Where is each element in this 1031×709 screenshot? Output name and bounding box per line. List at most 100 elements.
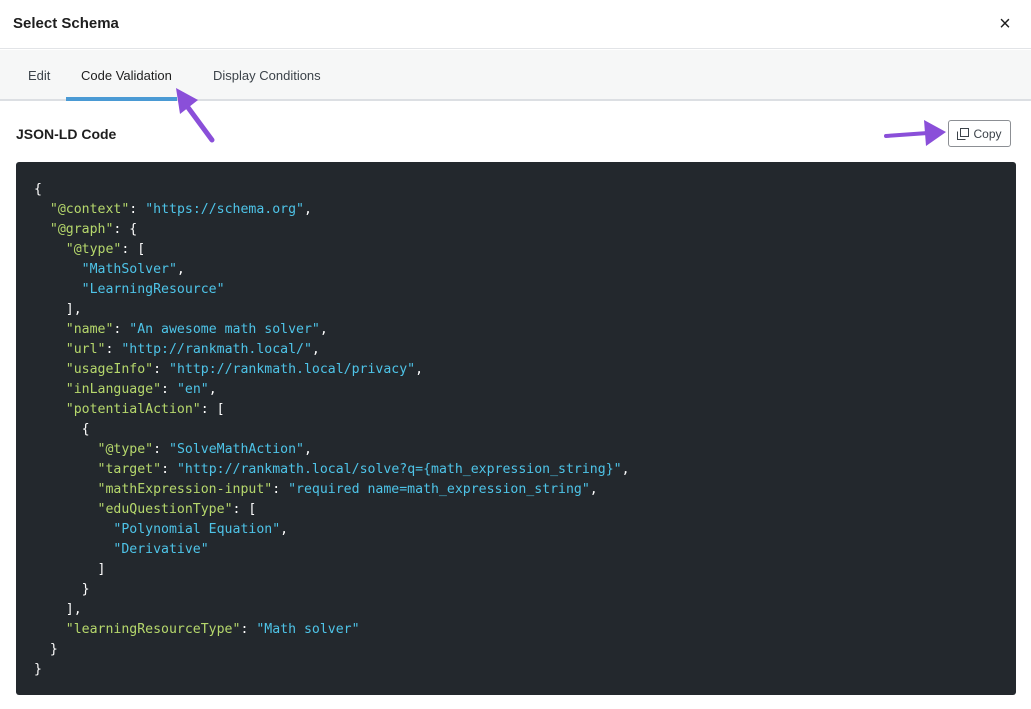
tab-code-validation[interactable]: Code Validation — [81, 50, 172, 101]
code-punct — [34, 242, 66, 257]
code-punct: ], — [34, 602, 82, 617]
code-key: "usageInfo" — [65, 362, 154, 377]
code-string: "http://rankmath.local/solve?q={math_exp… — [176, 462, 622, 477]
code-punct: : — [129, 202, 146, 217]
code-punct: } — [34, 582, 90, 597]
code-panel: { "@context": "https://schema.org", "@gr… — [16, 162, 1016, 695]
code-line: "Polynomial Equation", — [34, 520, 630, 540]
code-punct: , — [280, 522, 289, 537]
code-punct: } — [34, 642, 58, 657]
modal-title: Select Schema — [13, 15, 119, 32]
code-punct — [34, 622, 66, 637]
code-punct — [34, 282, 82, 297]
code-key: "mathExpression-input" — [97, 482, 273, 497]
modal-header: Select Schema × — [0, 0, 1031, 49]
code-punct — [34, 382, 66, 397]
code-line: "usageInfo": "http://rankmath.local/priv… — [34, 360, 630, 380]
code-punct: , — [303, 442, 312, 457]
code-line: "potentialAction": [ — [34, 400, 630, 420]
code-punct — [34, 442, 98, 457]
section-title: JSON-LD Code — [16, 126, 117, 142]
code-punct: : — [240, 622, 257, 637]
code-key: "@context" — [49, 202, 130, 217]
code-punct — [34, 402, 66, 417]
code-key: "learningResourceType" — [65, 622, 241, 637]
code-punct: , — [176, 262, 185, 277]
code-punct — [34, 362, 66, 377]
copy-button-label: Copy — [973, 126, 1002, 141]
code-punct — [34, 502, 98, 517]
code-line: { — [34, 420, 630, 440]
code-line: { — [34, 180, 630, 200]
code-line: "@type": [ — [34, 240, 630, 260]
annotation-arrow-tab — [176, 88, 215, 143]
code-string: "LearningResource" — [81, 282, 225, 297]
code-punct: : — [113, 322, 130, 337]
code-punct — [34, 482, 98, 497]
code-line: "mathExpression-input": "required name=m… — [34, 480, 630, 500]
code-string: "Math solver" — [256, 622, 360, 637]
code-punct: : — [161, 382, 177, 397]
code-punct — [34, 322, 66, 337]
code-punct: , — [303, 202, 312, 217]
code-string: "Polynomial Equation" — [113, 522, 281, 537]
annotation-arrow-copy — [884, 120, 946, 146]
code-key: "eduQuestionType" — [97, 502, 233, 517]
code-line: "eduQuestionType": [ — [34, 500, 630, 520]
code-line: "Derivative" — [34, 540, 630, 560]
code-line: "url": "http://rankmath.local/", — [34, 340, 630, 360]
code-punct: ] — [34, 562, 106, 577]
code-line: } — [34, 580, 630, 600]
code-punct — [34, 202, 50, 217]
code-key: "target" — [97, 462, 162, 477]
code-key: "name" — [65, 322, 114, 337]
code-punct: , — [589, 482, 598, 497]
code-punct — [34, 462, 98, 477]
code-line: "name": "An awesome math solver", — [34, 320, 630, 340]
active-tab-indicator — [66, 97, 177, 101]
code-line: ], — [34, 300, 630, 320]
code-string: "required name=math_expression_string" — [288, 482, 590, 497]
code-punct: : — [272, 482, 289, 497]
code-punct: , — [208, 382, 217, 397]
code-string: "en" — [176, 382, 209, 397]
code-string: "MathSolver" — [81, 262, 177, 277]
code-line: "MathSolver", — [34, 260, 630, 280]
code-key: "potentialAction" — [65, 402, 201, 417]
tab-edit[interactable]: Edit — [28, 50, 50, 101]
code-line: "target": "http://rankmath.local/solve?q… — [34, 460, 630, 480]
code-punct: , — [415, 362, 424, 377]
code-line: "@context": "https://schema.org", — [34, 200, 630, 220]
code-string: "SolveMathAction" — [169, 442, 304, 457]
close-icon[interactable]: × — [993, 13, 1017, 35]
tab-bar: Edit Code Validation Display Conditions — [0, 50, 1031, 101]
code-key: "@graph" — [49, 222, 114, 237]
code-punct: , — [621, 462, 630, 477]
json-ld-code: { "@context": "https://schema.org", "@gr… — [34, 180, 630, 680]
code-key: "@type" — [97, 442, 154, 457]
tab-display-conditions[interactable]: Display Conditions — [213, 50, 321, 101]
code-punct: : [ — [200, 402, 225, 417]
code-punct: } — [34, 662, 42, 677]
code-punct: : — [105, 342, 122, 357]
code-string: "http://rankmath.local/privacy" — [169, 362, 416, 377]
code-key: "@type" — [65, 242, 122, 257]
code-punct: : — [153, 362, 169, 377]
code-line: "@graph": { — [34, 220, 630, 240]
code-string: "Derivative" — [113, 542, 209, 557]
code-punct: { — [34, 182, 42, 197]
code-punct: : { — [113, 222, 138, 237]
code-key: "url" — [65, 342, 106, 357]
code-punct — [34, 222, 50, 237]
code-key: "inLanguage" — [65, 382, 162, 397]
code-punct: : — [161, 462, 177, 477]
code-punct: , — [311, 342, 320, 357]
copy-icon — [957, 127, 970, 140]
copy-button[interactable]: Copy — [948, 120, 1011, 147]
code-line: } — [34, 640, 630, 660]
code-string: "https://schema.org" — [145, 202, 304, 217]
code-punct — [34, 342, 66, 357]
code-string: "http://rankmath.local/" — [121, 342, 312, 357]
code-line: ] — [34, 560, 630, 580]
code-punct: , — [319, 322, 328, 337]
